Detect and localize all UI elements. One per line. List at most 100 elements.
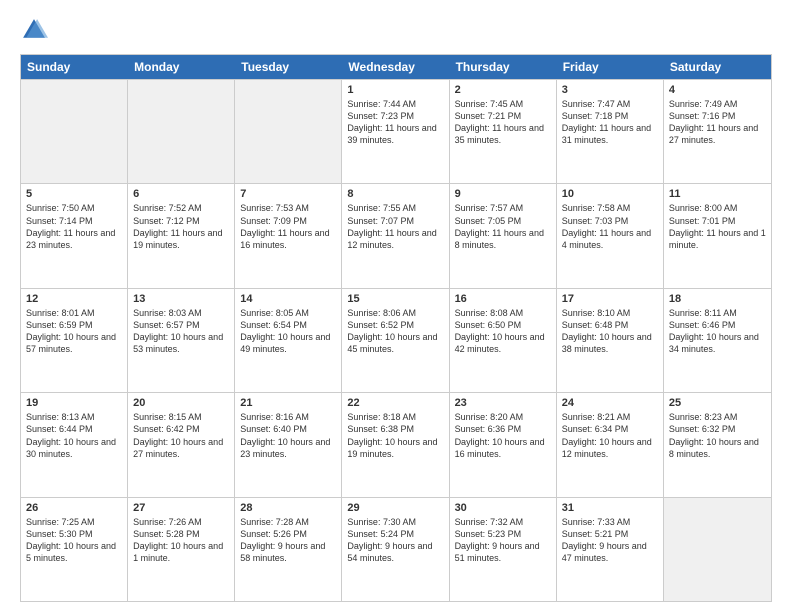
- day-info: Sunrise: 8:23 AM Sunset: 6:32 PM Dayligh…: [669, 411, 766, 460]
- calendar-cell: 2 Sunrise: 7:45 AM Sunset: 7:21 PM Daylig…: [450, 80, 557, 183]
- day-info: Sunrise: 7:44 AM Sunset: 7:23 PM Dayligh…: [347, 98, 443, 147]
- day-number: 20: [133, 397, 229, 409]
- day-info: Sunrise: 8:20 AM Sunset: 6:36 PM Dayligh…: [455, 411, 551, 460]
- day-info: Sunrise: 7:47 AM Sunset: 7:18 PM Dayligh…: [562, 98, 658, 147]
- calendar-body: 1 Sunrise: 7:44 AM Sunset: 7:23 PM Daylig…: [21, 79, 771, 601]
- day-number: 14: [240, 293, 336, 305]
- day-info: Sunrise: 7:49 AM Sunset: 7:16 PM Dayligh…: [669, 98, 766, 147]
- calendar-cell: 29Sunrise: 7:30 AM Sunset: 5:24 PM Dayli…: [342, 498, 449, 601]
- day-info: Sunrise: 8:15 AM Sunset: 6:42 PM Dayligh…: [133, 411, 229, 460]
- calendar-header: SundayMondayTuesdayWednesdayThursdayFrid…: [21, 55, 771, 79]
- day-info: Sunrise: 7:45 AM Sunset: 7:21 PM Dayligh…: [455, 98, 551, 147]
- day-number: 2: [455, 84, 551, 96]
- day-number: 22: [347, 397, 443, 409]
- day-number: 23: [455, 397, 551, 409]
- calendar-cell: 27 Sunrise: 7:26 AM Sunset: 5:28 PM Dayli…: [128, 498, 235, 601]
- day-number: 24: [562, 397, 658, 409]
- day-info: Sunrise: 8:06 AM Sunset: 6:52 PM Dayligh…: [347, 307, 443, 356]
- day-info: Sunrise: 8:11 AM Sunset: 6:46 PM Dayligh…: [669, 307, 766, 356]
- header: [20, 16, 772, 44]
- day-number: 29: [347, 502, 443, 514]
- day-number: 5: [26, 188, 122, 200]
- calendar-cell: 25 Sunrise: 8:23 AM Sunset: 6:32 PM Dayli…: [664, 393, 771, 496]
- weekday-header: Tuesday: [235, 55, 342, 79]
- calendar-cell: 20 Sunrise: 8:15 AM Sunset: 6:42 PM Dayli…: [128, 393, 235, 496]
- weekday-header: Saturday: [664, 55, 771, 79]
- calendar-cell: 14 Sunrise: 8:05 AM Sunset: 6:54 PM Dayli…: [235, 289, 342, 392]
- calendar-cell: 23 Sunrise: 8:20 AM Sunset: 6:36 PM Dayli…: [450, 393, 557, 496]
- day-info: Sunrise: 8:21 AM Sunset: 6:34 PM Dayligh…: [562, 411, 658, 460]
- day-number: 28: [240, 502, 336, 514]
- day-info: Sunrise: 8:03 AM Sunset: 6:57 PM Dayligh…: [133, 307, 229, 356]
- logo-icon: [20, 16, 48, 44]
- day-info: Sunrise: 7:50 AM Sunset: 7:14 PM Dayligh…: [26, 202, 122, 251]
- day-number: 16: [455, 293, 551, 305]
- calendar-cell: 18 Sunrise: 8:11 AM Sunset: 6:46 PM Dayli…: [664, 289, 771, 392]
- calendar-cell: 12Sunrise: 8:01 AM Sunset: 6:59 PM Dayli…: [21, 289, 128, 392]
- calendar-cell: 1 Sunrise: 7:44 AM Sunset: 7:23 PM Daylig…: [342, 80, 449, 183]
- day-info: Sunrise: 8:16 AM Sunset: 6:40 PM Dayligh…: [240, 411, 336, 460]
- day-info: Sunrise: 7:28 AM Sunset: 5:26 PM Dayligh…: [240, 516, 336, 565]
- weekday-header: Friday: [557, 55, 664, 79]
- day-number: 12: [26, 293, 122, 305]
- day-number: 18: [669, 293, 766, 305]
- calendar-row: 12Sunrise: 8:01 AM Sunset: 6:59 PM Dayli…: [21, 288, 771, 392]
- calendar-cell: 31 Sunrise: 7:33 AM Sunset: 5:21 PM Dayli…: [557, 498, 664, 601]
- day-number: 15: [347, 293, 443, 305]
- day-number: 17: [562, 293, 658, 305]
- calendar-cell: 8Sunrise: 7:55 AM Sunset: 7:07 PM Daylig…: [342, 184, 449, 287]
- day-number: 31: [562, 502, 658, 514]
- day-info: Sunrise: 8:10 AM Sunset: 6:48 PM Dayligh…: [562, 307, 658, 356]
- day-number: 4: [669, 84, 766, 96]
- day-number: 9: [455, 188, 551, 200]
- calendar-cell: 15 Sunrise: 8:06 AM Sunset: 6:52 PM Dayli…: [342, 289, 449, 392]
- day-info: Sunrise: 7:32 AM Sunset: 5:23 PM Dayligh…: [455, 516, 551, 565]
- day-info: Sunrise: 7:55 AM Sunset: 7:07 PM Dayligh…: [347, 202, 443, 251]
- calendar-cell: 26 Sunrise: 7:25 AM Sunset: 5:30 PM Dayli…: [21, 498, 128, 601]
- calendar-cell: [128, 80, 235, 183]
- calendar-cell: 4 Sunrise: 7:49 AM Sunset: 7:16 PM Daylig…: [664, 80, 771, 183]
- page: SundayMondayTuesdayWednesdayThursdayFrid…: [0, 0, 792, 612]
- weekday-header: Wednesday: [342, 55, 449, 79]
- calendar-cell: 19 Sunrise: 8:13 AM Sunset: 6:44 PM Dayli…: [21, 393, 128, 496]
- day-info: Sunrise: 8:05 AM Sunset: 6:54 PM Dayligh…: [240, 307, 336, 356]
- weekday-header: Sunday: [21, 55, 128, 79]
- day-number: 21: [240, 397, 336, 409]
- day-number: 27: [133, 502, 229, 514]
- day-number: 10: [562, 188, 658, 200]
- day-info: Sunrise: 8:08 AM Sunset: 6:50 PM Dayligh…: [455, 307, 551, 356]
- calendar-cell: 10 Sunrise: 7:58 AM Sunset: 7:03 PM Dayli…: [557, 184, 664, 287]
- calendar-cell: 21 Sunrise: 8:16 AM Sunset: 6:40 PM Dayli…: [235, 393, 342, 496]
- day-number: 26: [26, 502, 122, 514]
- calendar-row: 26 Sunrise: 7:25 AM Sunset: 5:30 PM Dayli…: [21, 497, 771, 601]
- day-info: Sunrise: 7:52 AM Sunset: 7:12 PM Dayligh…: [133, 202, 229, 251]
- day-info: Sunrise: 8:13 AM Sunset: 6:44 PM Dayligh…: [26, 411, 122, 460]
- calendar-cell: 9 Sunrise: 7:57 AM Sunset: 7:05 PM Daylig…: [450, 184, 557, 287]
- calendar-cell: 24 Sunrise: 8:21 AM Sunset: 6:34 PM Dayli…: [557, 393, 664, 496]
- day-number: 1: [347, 84, 443, 96]
- day-info: Sunrise: 8:18 AM Sunset: 6:38 PM Dayligh…: [347, 411, 443, 460]
- day-number: 3: [562, 84, 658, 96]
- calendar-cell: 5 Sunrise: 7:50 AM Sunset: 7:14 PM Daylig…: [21, 184, 128, 287]
- day-info: Sunrise: 7:25 AM Sunset: 5:30 PM Dayligh…: [26, 516, 122, 565]
- calendar-row: 1 Sunrise: 7:44 AM Sunset: 7:23 PM Daylig…: [21, 79, 771, 183]
- day-number: 30: [455, 502, 551, 514]
- day-info: Sunrise: 7:57 AM Sunset: 7:05 PM Dayligh…: [455, 202, 551, 251]
- day-number: 11: [669, 188, 766, 200]
- calendar-cell: 7 Sunrise: 7:53 AM Sunset: 7:09 PM Daylig…: [235, 184, 342, 287]
- day-number: 7: [240, 188, 336, 200]
- calendar: SundayMondayTuesdayWednesdayThursdayFrid…: [20, 54, 772, 602]
- day-info: Sunrise: 7:33 AM Sunset: 5:21 PM Dayligh…: [562, 516, 658, 565]
- calendar-cell: [21, 80, 128, 183]
- day-info: Sunrise: 7:26 AM Sunset: 5:28 PM Dayligh…: [133, 516, 229, 565]
- calendar-cell: 6 Sunrise: 7:52 AM Sunset: 7:12 PM Daylig…: [128, 184, 235, 287]
- day-number: 25: [669, 397, 766, 409]
- calendar-cell: 3 Sunrise: 7:47 AM Sunset: 7:18 PM Daylig…: [557, 80, 664, 183]
- day-number: 19: [26, 397, 122, 409]
- calendar-cell: 17 Sunrise: 8:10 AM Sunset: 6:48 PM Dayli…: [557, 289, 664, 392]
- weekday-header: Monday: [128, 55, 235, 79]
- day-info: Sunrise: 7:58 AM Sunset: 7:03 PM Dayligh…: [562, 202, 658, 251]
- day-number: 6: [133, 188, 229, 200]
- calendar-cell: [235, 80, 342, 183]
- day-info: Sunrise: 7:53 AM Sunset: 7:09 PM Dayligh…: [240, 202, 336, 251]
